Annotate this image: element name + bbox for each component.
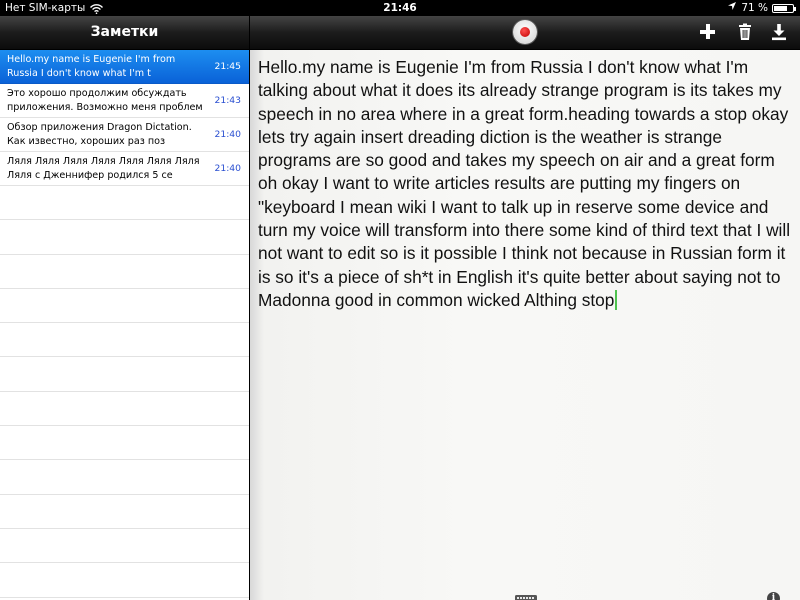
empty-row [0,563,249,598]
empty-row [0,357,249,392]
keyboard-button[interactable] [515,592,537,600]
download-icon [772,24,786,41]
status-right: 71 % [727,0,796,16]
add-note-button[interactable] [698,22,718,42]
note-row[interactable]: Обзор приложения Dragon Dictation. Как и… [0,118,249,152]
note-preview-line: Как известно, хороших раз поз [7,136,166,147]
notes-sidebar: Заметки Hello.my name is Eugenie I'm fro… [0,16,250,600]
clock: 21:46 [383,2,417,14]
empty-row [0,220,249,255]
empty-row [0,323,249,358]
note-time: 21:43 [214,95,241,106]
note-time: 21:40 [214,163,241,174]
battery-icon [772,3,796,13]
note-time: 21:45 [214,61,241,72]
empty-row [0,392,249,427]
note-preview-line: Обзор приложения Dragon Dictation. [7,122,192,133]
battery-percent: 71 % [741,2,768,14]
note-row[interactable]: Это хорошо продолжим обсуждать приложени… [0,84,249,118]
note-paper[interactable]: Hello.my name is Eugenie I'm from Russia… [250,50,800,600]
note-time: 21:40 [214,129,241,140]
text-caret [615,289,618,310]
trash-icon [739,23,751,40]
note-preview-line: Ляля с Дженнифер родился 5 се [7,170,173,181]
empty-row [0,426,249,461]
save-button[interactable] [769,22,789,42]
note-row[interactable]: Ляля Ляля Ляля Ляля Ляля Ляля Ляля Ляля … [0,152,249,186]
editor-toolbar [250,16,800,50]
info-button[interactable]: i [767,592,780,600]
note-text-area[interactable]: Hello.my name is Eugenie I'm from Russia… [258,56,798,312]
location-icon [727,0,737,16]
keyboard-icon [515,595,537,600]
empty-row [0,289,249,324]
record-icon [520,27,530,37]
note-preview: Ляля Ляля Ляля Ляля Ляля Ляля Ляля Ляля … [7,155,205,183]
sidebar-title: Заметки [0,16,249,50]
empty-row [0,529,249,564]
note-preview-line: приложения. Возможно меня проблем [7,102,203,113]
status-bar: Нет SIM-карты 21:46 71 % [0,0,800,16]
empty-row [0,460,249,495]
empty-row [0,495,249,529]
notes-list: Hello.my name is Eugenie I'm from Russia… [0,50,249,598]
note-preview: Это хорошо продолжим обсуждать приложени… [7,87,205,115]
note-text: Hello.my name is Eugenie I'm from Russia… [258,57,791,310]
note-preview: Hello.my name is Eugenie I'm from Russia… [7,53,205,81]
note-preview-line: Russia I don't know what I'm t [7,68,151,79]
note-preview: Обзор приложения Dragon Dictation. Как и… [7,121,205,149]
empty-row [0,255,249,289]
delete-note-button[interactable] [735,22,755,42]
empty-row [0,186,249,221]
battery-fill [774,5,787,11]
note-editor-pane: Hello.my name is Eugenie I'm from Russia… [250,16,800,600]
note-row[interactable]: Hello.my name is Eugenie I'm from Russia… [0,50,249,84]
note-preview-line: Ляля Ляля Ляля Ляля Ляля Ляля Ляля [7,156,200,167]
note-preview-line: Это хорошо продолжим обсуждать [7,88,187,99]
note-preview-line: Hello.my name is Eugenie I'm from [7,54,176,65]
record-button[interactable] [513,20,537,44]
